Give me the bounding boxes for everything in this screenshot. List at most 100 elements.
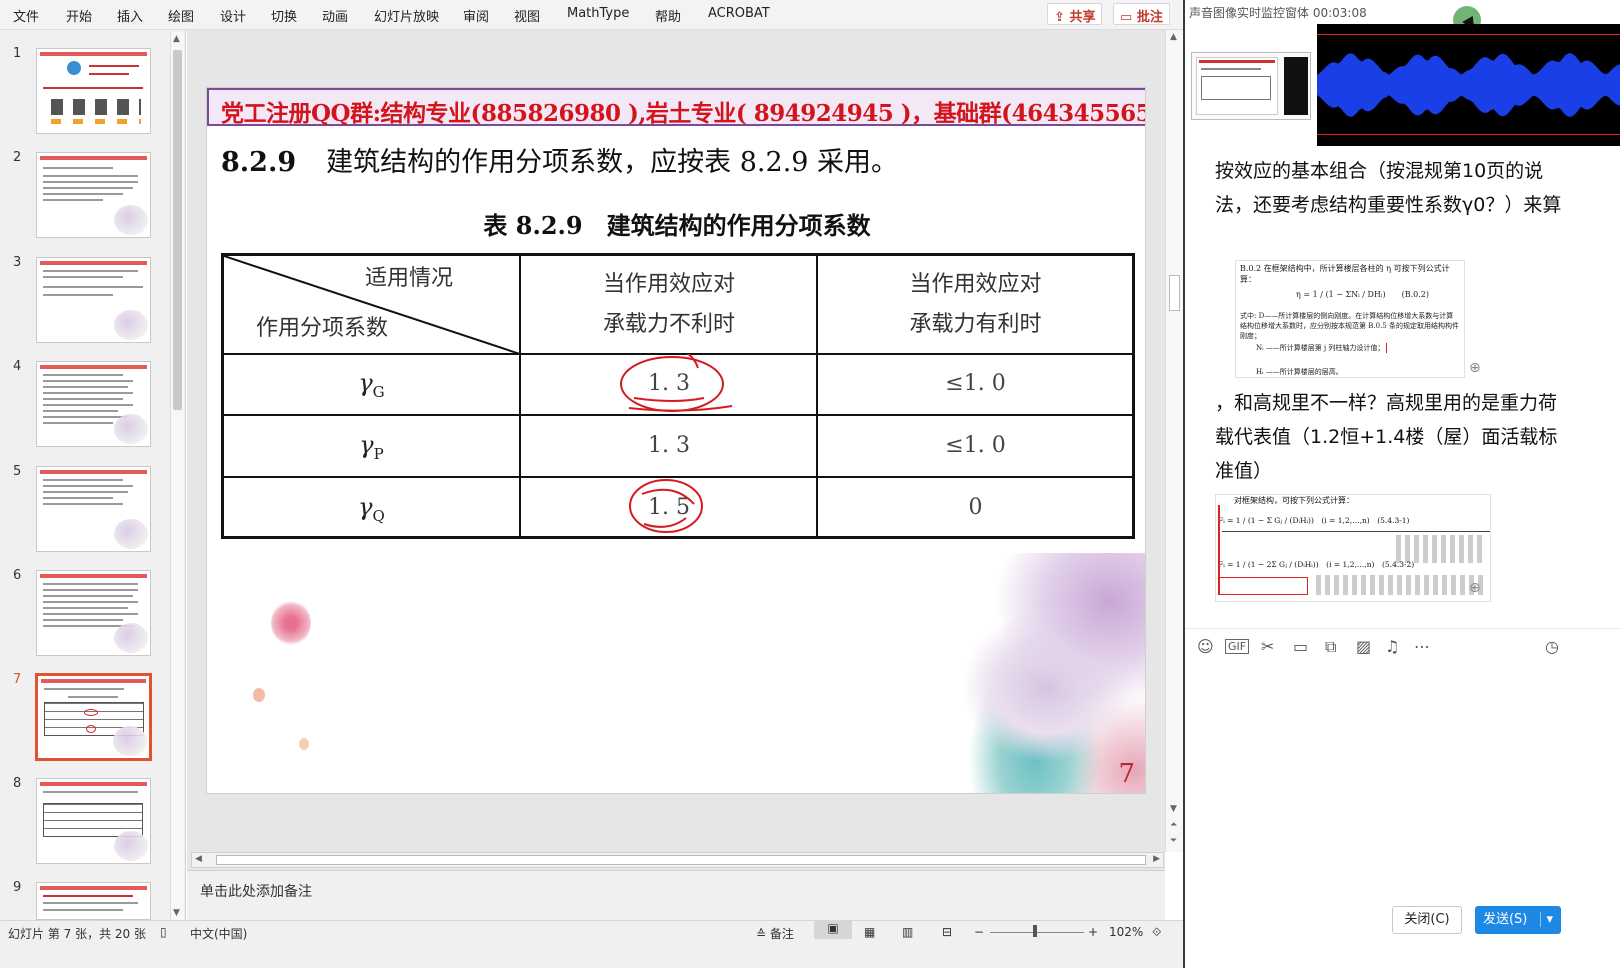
slide-counter: 幻灯片 第 7 张，共 20 张	[8, 927, 146, 941]
scroll-thumb[interactable]	[173, 50, 182, 410]
header-favorable-2: 承载力有利时	[909, 312, 1042, 337]
slide-thumbnail-5[interactable]	[36, 466, 151, 552]
screen-preview	[1191, 52, 1311, 120]
scroll-down-icon[interactable]: ▼	[173, 908, 180, 918]
slide-thumbnail-1[interactable]	[36, 48, 151, 134]
prev-slide-icon[interactable]: ⏶	[1170, 820, 1177, 830]
header-applicability: 适用情况	[364, 266, 453, 291]
send-label: 发送(S)	[1482, 912, 1528, 927]
slideshow-icon[interactable]: ⊟	[942, 925, 952, 939]
scroll-up-icon[interactable]: ▲	[173, 34, 180, 44]
send-button[interactable]: 发送(S) ▾	[1475, 906, 1561, 934]
decor-dot	[253, 688, 265, 702]
tab-animations[interactable]: 动画	[322, 6, 348, 25]
edit-vertical-scrollbar[interactable]: ▲ ▼ ⏶ ⏷	[1165, 30, 1183, 852]
thumb-number: 6	[13, 568, 22, 583]
chat-message-1: 按效应的基本组合（按混规第10页的说法，还要考虑结构重要性系数γ0？）来算	[1215, 160, 1562, 216]
handwriting	[1316, 575, 1486, 595]
slide-sorter-icon[interactable]: ▦	[864, 925, 875, 939]
doc2-formula2: Fᵢ = 1 / (1 − 2Σ Gⱼ / (DᵢHᵢ)) (i = 1,2,……	[1218, 560, 1415, 569]
ribbon-tabs: 文件 开始 插入 绘图 设计 切换 动画 幻灯片放映 审阅 视图 MathTyp…	[0, 0, 1183, 30]
edit-horizontal-scrollbar[interactable]: ◀ ▶	[191, 852, 1164, 868]
reading-view-icon[interactable]: ▥	[902, 925, 913, 939]
scroll-thumb[interactable]	[216, 855, 1146, 865]
send-options-chevron-icon[interactable]: ▾	[1539, 912, 1554, 927]
slide-thumbnail-9[interactable]	[36, 882, 151, 920]
doc1-formula: η = 1 / (1 − ΣNᵢ / DHᵢ) (B.0.2)	[1296, 290, 1430, 299]
share-button[interactable]: ⇪ 共享	[1047, 3, 1103, 25]
tab-review[interactable]: 审阅	[463, 6, 489, 25]
scroll-thumb[interactable]	[1169, 275, 1180, 311]
close-button[interactable]: 关闭(C)	[1392, 906, 1462, 934]
zoom-slider-thumb[interactable]	[1033, 925, 1037, 937]
scissors-icon[interactable]: ✂	[1261, 637, 1274, 656]
chat-toolbar: ☺ GIF ✂ ▭ ⧉ ▨ ♫ ⋯ ◷	[1185, 628, 1620, 660]
tab-insert[interactable]: 插入	[117, 6, 143, 25]
tab-help[interactable]: 帮助	[655, 6, 681, 25]
notes-toggle-button[interactable]: ≙ 备注	[756, 925, 794, 942]
thumb-number-selected: 7	[13, 672, 22, 687]
language-indicator[interactable]: 中文(中国)	[190, 925, 247, 942]
tab-slideshow[interactable]: 幻灯片放映	[374, 6, 439, 25]
slide-thumbnail-4[interactable]	[36, 361, 151, 447]
chat-image-1[interactable]: B.0.2 在框架结构中，所计算楼层各柱的 η 可按下列公式计算： η = 1 …	[1235, 260, 1465, 378]
symbol-gamma-q: γQ	[358, 493, 385, 525]
slide-thumbnail-2[interactable]	[36, 152, 151, 238]
scroll-up-icon[interactable]: ▲	[1170, 32, 1177, 42]
tab-draw[interactable]: 绘图	[168, 6, 194, 25]
notes-toggle-label: 备注	[769, 927, 794, 941]
header-unfavorable-1: 当作用效应对	[602, 272, 735, 297]
tab-home[interactable]: 开始	[66, 6, 92, 25]
slide-thumbnail-8[interactable]	[36, 778, 151, 864]
gif-icon[interactable]: GIF	[1225, 639, 1250, 654]
chat-panel: 声音图像实时监控窗体 00:03:08 按效应的基本组合（按混规第10页的说法，…	[1183, 0, 1620, 968]
decor-dot	[299, 738, 309, 750]
scroll-right-icon[interactable]: ▶	[1153, 854, 1160, 864]
waveform-graph	[1317, 53, 1620, 117]
zoom-level[interactable]: 102%	[1109, 925, 1143, 939]
header-factor: 作用分项系数	[255, 316, 388, 341]
comments-button[interactable]: ▭ 批注	[1113, 3, 1170, 25]
chat-image-2[interactable]: 对框架结构，可按下列公式计算： Fᵢ = 1 / (1 − Σ Gⱼ / (Dᵢ…	[1215, 494, 1491, 602]
zoom-out-icon[interactable]: −	[974, 925, 984, 939]
notification-icon[interactable]: ♫	[1385, 637, 1399, 656]
slide-thumbnail-7-selected[interactable]	[35, 673, 152, 761]
monitor-title: 声音图像实时监控窗体 00:03:08	[1189, 6, 1367, 20]
tab-transitions[interactable]: 切换	[271, 6, 297, 25]
slide-canvas[interactable]: 党工注册QQ群:结构专业(885826980 ),岩土专业( 894924945…	[206, 87, 1146, 794]
tab-file[interactable]: 文件	[13, 6, 39, 25]
more-icon[interactable]: ⋯	[1414, 637, 1430, 656]
status-bar: 幻灯片 第 7 张，共 20 张 ▯ 中文(中国) ≙ 备注 ▣ ▦ ▥ ⊟ −…	[0, 920, 1183, 968]
screen-share-icon[interactable]: ⧉	[1325, 637, 1336, 657]
thumb-number: 9	[13, 880, 22, 895]
tab-mathtype[interactable]: MathType	[567, 6, 629, 21]
slide-thumbnail-6[interactable]	[36, 570, 151, 656]
zoom-image-icon[interactable]: ⊕	[1469, 580, 1481, 596]
notes-pane[interactable]: 单击此处添加备注	[187, 870, 1165, 920]
folder-icon[interactable]: ▭	[1293, 637, 1308, 656]
table-title: 表 8.2.9 建筑结构的作用分项系数	[483, 211, 871, 240]
header-favorable-1: 当作用效应对	[909, 272, 1042, 297]
history-icon[interactable]: ◷	[1545, 637, 1559, 656]
doc1-line1: B.0.2 在框架结构中，所计算楼层各柱的 η 可按下列公式计算：	[1240, 264, 1450, 284]
tab-view[interactable]: 视图	[514, 6, 540, 25]
image-icon[interactable]: ▨	[1356, 637, 1371, 656]
value-gamma-g-favorable: ≤1. 0	[945, 371, 1006, 396]
next-slide-icon[interactable]: ⏷	[1170, 836, 1177, 846]
scroll-down-icon[interactable]: ▼	[1170, 804, 1177, 814]
zoom-in-icon[interactable]: +	[1088, 925, 1098, 939]
scroll-left-icon[interactable]: ◀	[195, 854, 202, 864]
thumbnail-scrollbar[interactable]: ▲ ▼	[170, 32, 184, 920]
emoji-icon[interactable]: ☺	[1197, 637, 1214, 656]
accessibility-icon[interactable]: ▯	[160, 925, 167, 939]
slide-thumbnail-3[interactable]	[36, 257, 151, 343]
tab-design[interactable]: 设计	[220, 6, 246, 25]
thumb-number: 1	[13, 46, 22, 61]
zoom-slider[interactable]	[990, 932, 1084, 933]
normal-view-icon[interactable]: ▣	[814, 921, 852, 939]
tab-acrobat[interactable]: ACROBAT	[708, 6, 770, 21]
doc2-formula1: Fᵢ = 1 / (1 − Σ Gⱼ / (DᵢHᵢ)) (i = 1,2,…,…	[1218, 516, 1410, 525]
ink-box	[1218, 577, 1308, 595]
fit-slide-icon[interactable]: ⟐	[1152, 925, 1161, 940]
zoom-image-icon[interactable]: ⊕	[1469, 360, 1481, 376]
